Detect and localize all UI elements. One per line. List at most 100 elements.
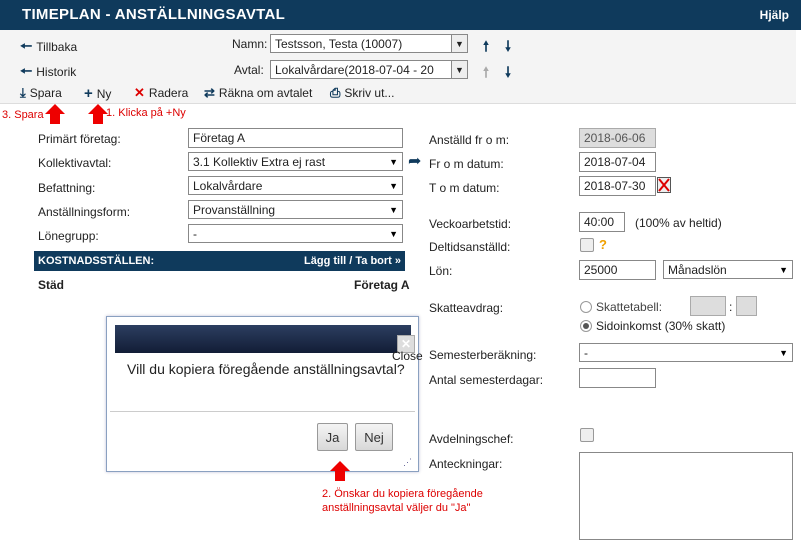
dialog-divider [110,411,415,412]
sidoinkomst-radio[interactable] [580,320,592,332]
kostnadsstalle-company: Företag A [354,278,410,292]
lon-type-select[interactable]: Månadslön ▼ [663,260,793,279]
chevron-down-icon: ▼ [389,204,398,215]
delete-label: Radera [148,86,189,100]
kostnadsstallen-header: KOSTNADSSTÄLLEN: Lägg till / Ta bort » [34,251,405,271]
close-icon: ✕ [134,85,145,100]
avdelningschef-label: Avdelningschef: [429,432,514,446]
chevron-down-icon: ▼ [779,347,788,358]
back-link[interactable]: 🠔 Tillbaka [20,36,77,60]
print-button[interactable]: ⎙ Skriv ut... [330,85,394,101]
tom-datum-label: T o m datum: [429,181,500,195]
new-button[interactable]: + Ny [84,85,111,102]
skattetabell-field-1 [690,296,726,316]
yes-button[interactable]: Ja [317,423,348,451]
avtal-label: Avtal: [234,63,264,77]
from-datum-field[interactable]: 2018-07-04 [579,152,656,172]
veckoarbetstid-field[interactable]: 40:00 [579,212,625,232]
kollektivavtal-select[interactable]: 3.1 Kollektiv Extra ej rast ▼ [188,152,403,171]
sidoinkomst-label: Sidoinkomst (30% skatt) [596,319,726,333]
namn-label: Namn: [232,37,268,51]
no-button[interactable]: Nej [355,423,393,451]
new-label: Ny [96,86,112,101]
skattetabell-field-2 [736,296,757,316]
recalc-label: Räkna om avtalet [218,86,313,100]
skattetabell-label: Skattetabell: [596,300,663,314]
chevron-down-icon: ▼ [779,264,788,275]
chevron-down-icon: ▼ [451,61,467,78]
title-bar: TIMEPLAN - ANSTÄLLNINGSAVTAL Hjälp [0,0,801,30]
anstallningsform-select[interactable]: Provanställning ▼ [188,200,403,219]
chevron-down-icon: ▼ [451,35,467,52]
anstalld-from-label: Anställd fr o m: [429,133,510,147]
history-label: Historik [36,65,77,79]
printer-icon: ⎙ [330,85,341,100]
namn-select[interactable]: Testsson, Testa (10007) ▼ [270,34,468,53]
avdelningschef-checkbox[interactable] [580,428,594,442]
plus-icon: + [84,85,93,102]
kollektivavtal-label: Kollektivavtal: [38,156,112,170]
arrow-left-icon: 🠔 [20,38,33,54]
veckoarbetstid-note: (100% av heltid) [635,216,722,230]
kostnadsstallen-title: KOSTNADSSTÄLLEN: [38,255,155,267]
skattetabell-radio[interactable] [580,301,592,313]
anstallningsform-value: Provanställning [193,202,276,217]
annotation-step2-line2: anställningsavtal väljer du "Ja" [322,502,471,514]
kostnadsstalle-name: Städ [38,278,65,292]
tom-datum-field[interactable]: 2018-07-30 [579,176,656,196]
chevron-down-icon: ▼ [389,156,398,167]
recalc-button[interactable]: ⇄ Räkna om avtalet [204,85,312,101]
deltidsanstalld-checkbox[interactable] [580,238,594,252]
arrow-up-icon[interactable]: 🠕 [483,36,489,60]
back-label: Tillbaka [36,40,78,54]
annotation-step2-line1: 2. Önskar du kopiera föregående [322,488,483,500]
semesterberakning-label: Semesterberäkning: [429,348,537,362]
befattning-label: Befattning: [38,181,96,195]
lonegrupp-value: - [193,226,197,241]
semesterdagar-label: Antal semesterdagar: [429,373,544,387]
save-button[interactable]: ⤓ Spara [20,85,62,101]
download-icon: ⤓ [20,85,26,100]
refresh-icon: ⇄ [204,85,215,100]
dialog-header: ✕ [115,325,415,353]
veckoarbetstid-label: Veckoarbetstid: [429,217,512,231]
primart-foretag-label: Primärt företag: [38,132,121,146]
lonegrupp-label: Lönegrupp: [38,229,99,243]
deltidsanstalld-label: Deltidsanställd: [429,240,511,254]
save-label: Spara [29,86,62,100]
chevron-down-icon: ▼ [389,228,398,239]
chevron-down-icon: ▼ [389,180,398,191]
skattetabell-separator: : [729,300,733,314]
annotation-step3: 3. Spara [2,109,44,121]
anteckningar-label: Anteckningar: [429,457,503,471]
lonegrupp-select[interactable]: - ▼ [188,224,403,243]
primart-foretag-field[interactable]: Företag A [188,128,403,148]
pointer-arrow-new [88,104,108,127]
semesterberakning-value: - [584,345,588,360]
semesterberakning-select[interactable]: - ▼ [579,343,793,362]
semesterdagar-field[interactable] [579,368,656,388]
annotation-step1: 1. Klicka på +Ny [106,107,186,119]
redo-arrow-icon[interactable]: ➦ [408,151,421,171]
help-icon[interactable]: ? [599,237,607,252]
help-link[interactable]: Hjälp [760,8,789,22]
anstalld-from-field: 2018-06-06 [579,128,656,148]
anteckningar-textarea[interactable] [579,452,793,540]
pointer-arrow-yes [330,461,350,484]
lon-field[interactable]: 25000 [579,260,656,280]
befattning-select[interactable]: Lokalvårdare ▼ [188,176,403,195]
skatteavdrag-label: Skatteavdrag: [429,301,504,315]
lon-label: Lön: [429,264,453,278]
kostnadsstallen-add-remove-link[interactable]: Lägg till / Ta bort » [304,255,401,267]
copy-dialog: ✕ Close Vill du kopiera föregående anstä… [106,316,423,472]
avtal-value: Lokalvårdare(2018-07-04 - 20 [275,62,434,77]
arrow-down-icon[interactable]: 🠗 [505,36,511,60]
delete-button[interactable]: ✕ Radera [134,85,188,101]
print-label: Skriv ut... [344,86,395,100]
toolbar [0,82,796,104]
avtal-select[interactable]: Lokalvårdare(2018-07-04 - 20 ▼ [270,60,468,79]
pointer-arrow-save [45,104,65,127]
resize-handle-icon[interactable]: ⋰ [403,457,412,468]
dialog-message: Vill du kopiera föregående anställningsa… [127,361,405,377]
calendar-clear-icon[interactable] [657,177,671,193]
